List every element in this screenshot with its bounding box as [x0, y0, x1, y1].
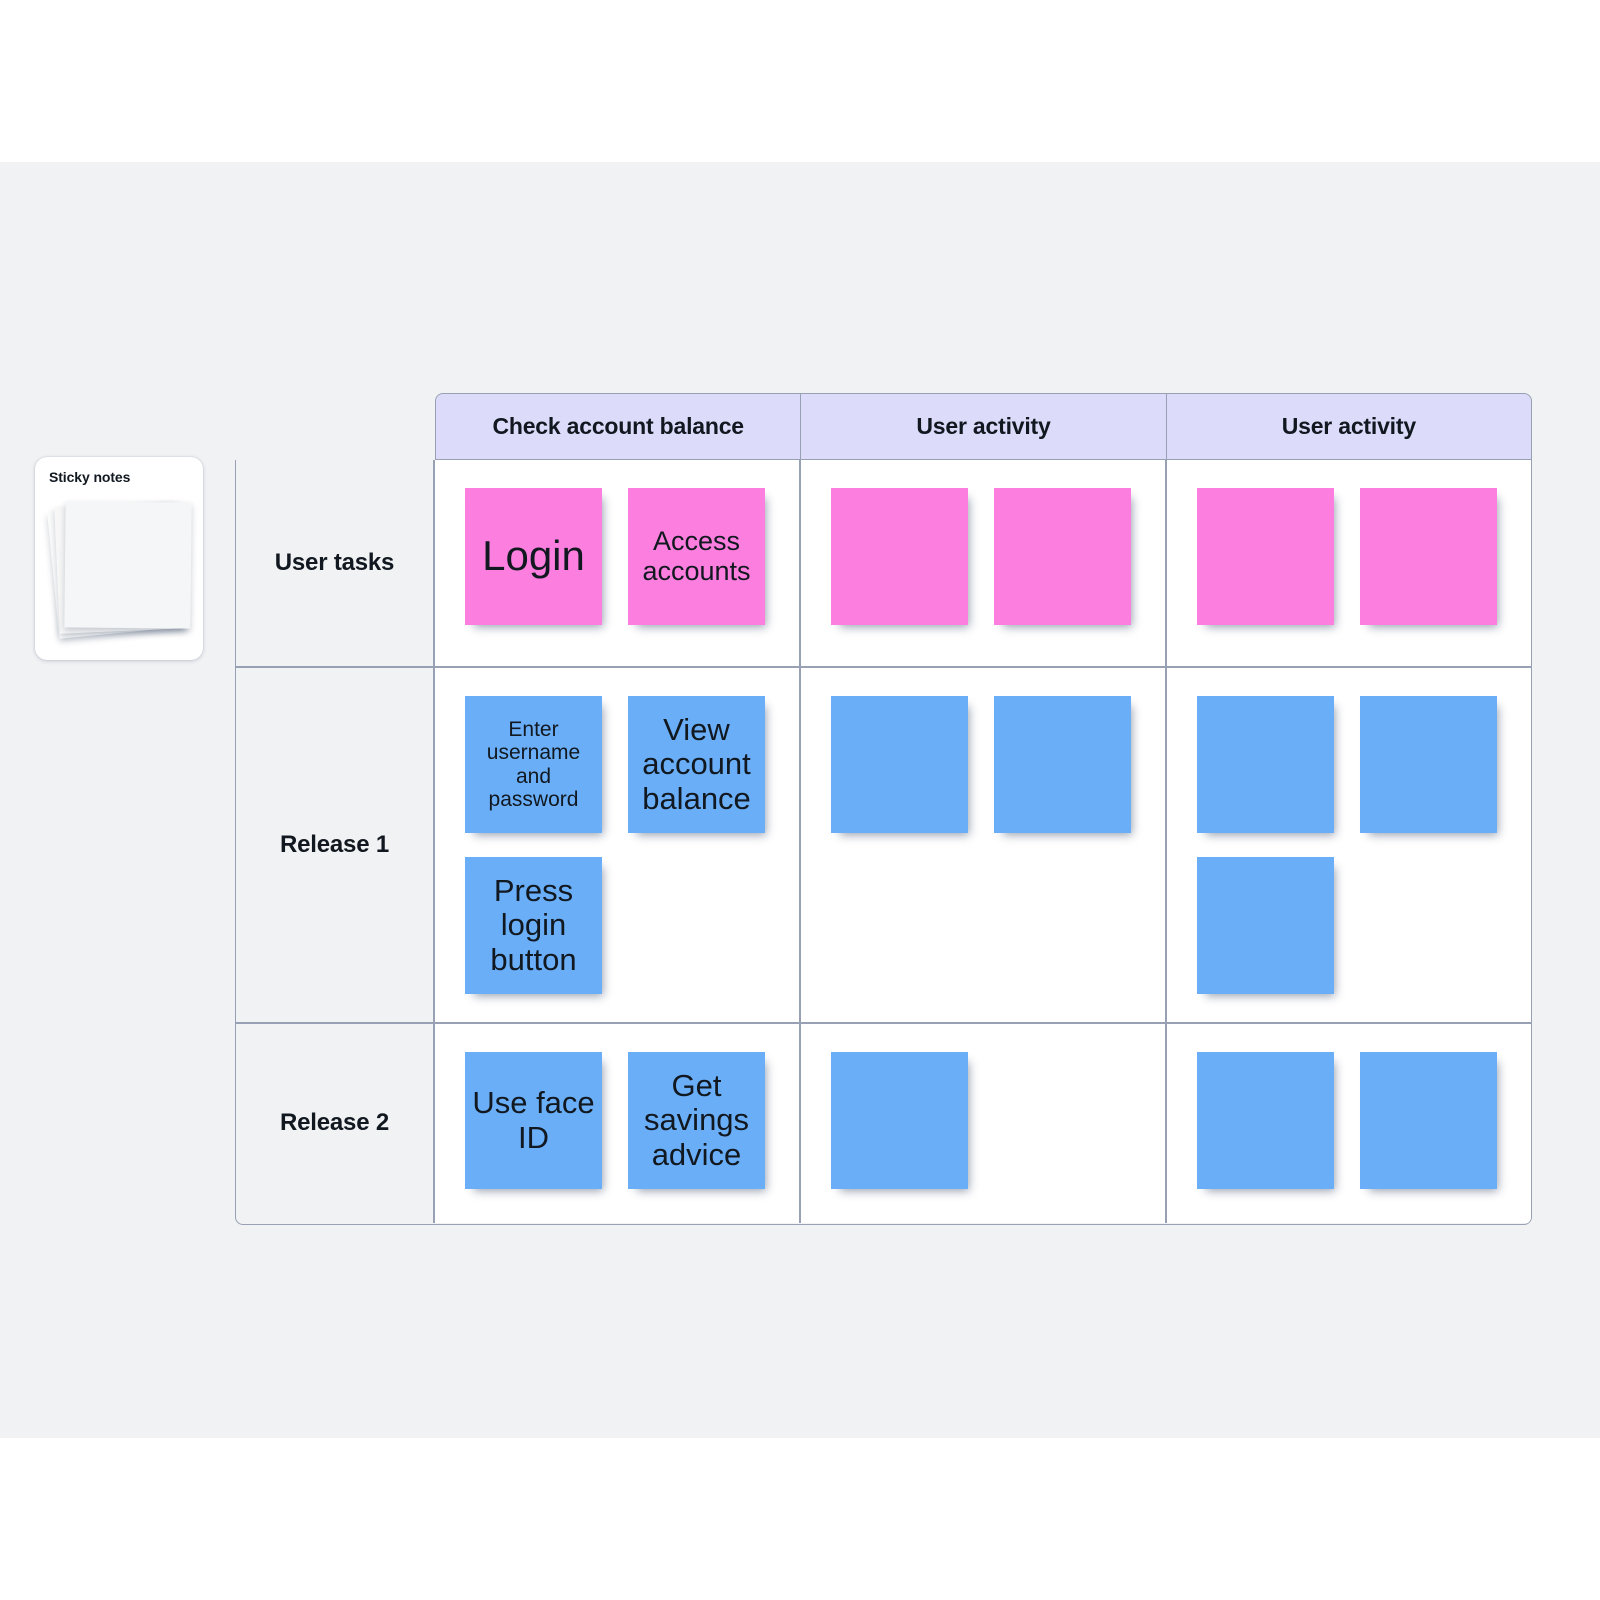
column-header-2-label: User activity [916, 413, 1051, 439]
whiteboard-canvas[interactable]: Sticky notes Check account balance User … [0, 162, 1600, 1438]
sticky-note-text: Use face ID [472, 1085, 595, 1155]
sticky-note[interactable] [1197, 696, 1334, 833]
sticky-note[interactable] [831, 696, 968, 833]
sticky-note[interactable] [1197, 488, 1334, 625]
stack-note-front[interactable] [64, 501, 192, 629]
sticky-note-text: View account balance [642, 712, 751, 816]
column-header-1[interactable]: Check account balance [435, 393, 801, 460]
row-label-user-tasks-text: User tasks [274, 548, 395, 576]
map-row-release-1: Release 1 Enter username and password Vi… [236, 668, 1531, 1024]
sticky-note[interactable] [994, 488, 1131, 625]
row-label-release-1[interactable]: Release 1 [236, 668, 435, 1022]
row-label-release-2-text: Release 2 [280, 1109, 389, 1137]
cell-user-tasks-col3[interactable] [1167, 460, 1531, 666]
sticky-note-text: Press login button [490, 873, 577, 977]
cell-release-2-col3[interactable] [1167, 1024, 1531, 1223]
sticky-note[interactable]: Use face ID [465, 1052, 602, 1189]
column-header-2[interactable]: User activity [800, 393, 1166, 460]
sticky-note[interactable] [1197, 1052, 1334, 1189]
sticky-note[interactable] [994, 696, 1131, 833]
sticky-note[interactable] [831, 488, 968, 625]
sticky-note[interactable]: Get savings advice [628, 1052, 765, 1189]
map-row-release-2: Release 2 Use face ID Get savings advice [236, 1024, 1531, 1223]
sticky-note[interactable] [1360, 488, 1497, 625]
cell-user-tasks-col1[interactable]: Login Access accounts [435, 460, 801, 666]
user-story-map: Check account balance User activity User… [235, 393, 1532, 1225]
row-label-release-1-text: Release 1 [280, 830, 389, 858]
column-header-1-label: Check account balance [492, 413, 744, 439]
column-header-3[interactable]: User activity [1165, 393, 1532, 460]
sticky-note[interactable]: Login [465, 488, 602, 625]
sticky-note-text: Access accounts [642, 525, 751, 586]
sticky-note[interactable]: View account balance [628, 696, 765, 833]
sticky-note[interactable] [1360, 696, 1497, 833]
sticky-note[interactable]: Press login button [465, 857, 602, 994]
row-label-release-2[interactable]: Release 2 [236, 1024, 435, 1223]
sticky-note[interactable] [1360, 1052, 1497, 1189]
story-map-body: User tasks Login Access accounts Release… [235, 460, 1532, 1225]
sticky-note[interactable]: Enter username and password [465, 696, 602, 833]
sticky-note[interactable] [831, 1052, 968, 1189]
cell-release-1-col3[interactable] [1167, 668, 1531, 1022]
sticky-note[interactable]: Access accounts [628, 488, 765, 625]
sticky-notes-palette-title: Sticky notes [49, 469, 131, 485]
cell-release-1-col2[interactable] [801, 668, 1167, 1022]
column-header-3-label: User activity [1281, 413, 1416, 439]
map-row-user-tasks: User tasks Login Access accounts [236, 460, 1531, 668]
sticky-notes-stack[interactable] [47, 497, 192, 647]
cell-release-2-col1[interactable]: Use face ID Get savings advice [435, 1024, 801, 1223]
sticky-notes-palette-card[interactable]: Sticky notes [35, 457, 203, 660]
sticky-note-text: Login [482, 532, 585, 580]
sticky-note-text: Enter username and password [486, 718, 581, 811]
cell-release-1-col1[interactable]: Enter username and password View account… [435, 668, 801, 1022]
sticky-note[interactable] [1197, 857, 1334, 994]
sticky-note-text: Get savings advice [643, 1068, 750, 1172]
row-label-user-tasks[interactable]: User tasks [236, 460, 435, 666]
cell-user-tasks-col2[interactable] [801, 460, 1167, 666]
activity-header-row: Check account balance User activity User… [435, 393, 1532, 460]
cell-release-2-col2[interactable] [801, 1024, 1167, 1223]
